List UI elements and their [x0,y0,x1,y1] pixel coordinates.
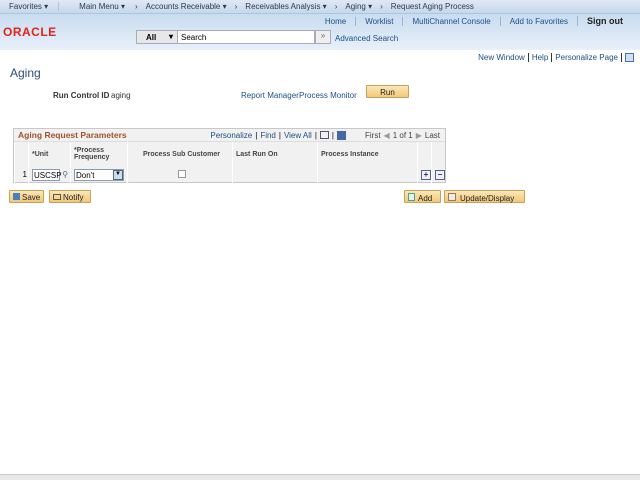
grid-table: *Unit *Process Frequency Process Sub Cus… [14,142,445,183]
add-icon [408,193,415,201]
page-title: Aging [10,66,41,80]
save-icon [13,193,20,200]
last-label: Last [424,130,440,140]
header: ORACLE Home Worklist MultiChannel Consol… [0,14,640,50]
process-instance-cell [317,166,418,183]
update-display-icon [448,193,456,201]
grid-title: Aging Request Parameters [18,130,127,140]
breadcrumb-request-aging-process[interactable]: Request Aging Process [383,2,482,11]
column-unit: *Unit [28,142,71,166]
unit-input[interactable]: USCSP [32,168,62,181]
breadcrumb-receivables-analysis[interactable]: Receivables Analysis ▾ [237,2,334,11]
find-link[interactable]: Find [260,131,276,140]
sign-out-link[interactable]: Sign out [577,16,632,26]
process-frequency-select[interactable]: Don't ▼ [74,168,124,181]
divider [527,53,529,62]
view-all-link[interactable]: View All [284,131,312,140]
search-bar: All Search » [136,30,331,44]
worklist-link[interactable]: Worklist [355,16,402,26]
search-scope-select[interactable]: All [136,30,178,44]
dropdown-arrow-icon[interactable]: ▼ [113,169,123,180]
save-label: Save [22,193,41,202]
run-button[interactable]: Run [366,85,409,98]
column-last-run-on: Last Run On [232,142,318,166]
process-sub-customer-checkbox[interactable] [177,169,186,178]
bottom-bar [0,474,640,480]
grid-header-row: *Unit *Process Frequency Process Sub Cus… [14,142,445,166]
sub-customer-cell [127,166,233,183]
personalize-link[interactable]: Personalize [210,131,252,140]
column-process-sub-customer: Process Sub Customer [127,142,233,166]
lookup-icon[interactable]: ⚲ [60,170,68,179]
page-layout-icon[interactable] [625,53,634,62]
menu-bar: Favorites ▾ Main Menu ▾ › Accounts Recei… [0,0,640,14]
column-process-instance: Process Instance [317,142,418,166]
grid-header: Aging Request Parameters Personalize | Fi… [14,129,445,142]
add-row-button[interactable]: + [421,169,431,180]
add-column-header [417,142,432,166]
notify-icon [53,194,61,200]
notify-label: Notify [63,193,84,202]
update-display-button[interactable]: Update/Display [444,190,525,203]
add-to-favorites-link[interactable]: Add to Favorites [499,16,577,26]
download-excel-icon[interactable] [336,130,346,140]
row-number-header [14,142,29,166]
advanced-search-link[interactable]: Advanced Search [335,34,398,43]
oracle-logo: ORACLE [3,25,57,39]
favorites-menu[interactable]: Favorites ▾ [0,2,60,11]
multichannel-console-link[interactable]: MultiChannel Console [402,16,499,26]
delete-row-cell: − [431,166,445,183]
notify-button[interactable]: Notify [49,190,91,203]
frequency-cell: Don't ▼ [70,166,128,183]
table-row: 1 USCSP ⚲ Don't ▼ + − [14,166,445,183]
search-go-button[interactable]: » [315,30,331,44]
divider [621,53,622,62]
add-row-cell: + [417,166,432,183]
breadcrumb-accounts-receivable[interactable]: Accounts Receivable ▾ [138,2,235,11]
save-button[interactable]: Save [9,190,44,203]
frequency-value: Don't [76,170,95,180]
divider [551,53,553,62]
last-run-on-cell [232,166,318,183]
row-count: 1 of 1 [392,130,413,140]
new-window-grid-icon[interactable] [319,131,329,139]
run-control-label: Run Control ID [53,91,110,100]
unit-cell: USCSP ⚲ [28,166,71,183]
run-control-value: aging [111,91,131,100]
next-icon[interactable]: ▶ [416,131,422,140]
column-process-frequency: *Process Frequency [70,142,128,166]
delete-row-button[interactable]: − [435,169,445,180]
report-manager-link[interactable]: Report Manager [241,91,299,100]
previous-icon[interactable]: ◀ [384,131,390,140]
search-input[interactable]: Search [178,30,315,44]
main-menu[interactable]: Main Menu ▾ [59,2,135,11]
help-link[interactable]: Help [532,53,548,62]
top-links: Home Worklist MultiChannel Console Add t… [316,16,632,26]
home-link[interactable]: Home [316,17,355,26]
process-monitor-link[interactable]: Process Monitor [299,91,357,100]
first-label: First [364,130,381,140]
breadcrumb-aging[interactable]: Aging ▾ [337,2,380,11]
update-display-label: Update/Display [460,194,515,203]
add-button[interactable]: Add [404,190,441,203]
aging-request-parameters-grid: Aging Request Parameters Personalize | Fi… [13,128,446,183]
personalize-page-link[interactable]: Personalize Page [555,53,618,62]
page-links: New Window Help Personalize Page [478,53,634,62]
row-number: 1 [14,166,29,183]
new-window-link[interactable]: New Window [478,53,525,62]
delete-column-header [431,142,445,166]
add-label: Add [418,194,433,203]
grid-navigation: Personalize | Find | View All | | First ◀ 1… [210,130,440,140]
